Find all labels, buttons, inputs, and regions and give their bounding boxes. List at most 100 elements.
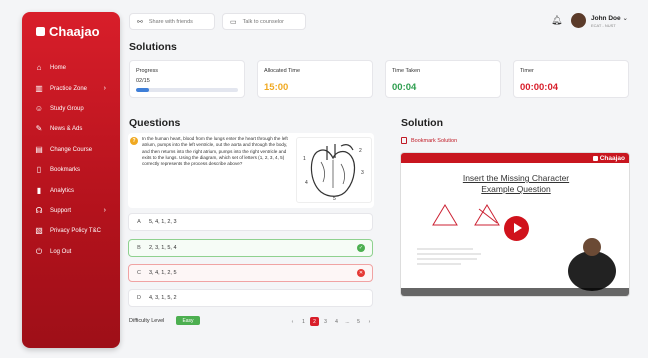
- brand-name: Chaajao: [49, 24, 100, 39]
- home-icon: ⌂: [36, 63, 42, 73]
- sidebar-item-label: Practice Zone: [50, 85, 88, 92]
- progress-value: 02/15: [136, 78, 150, 84]
- news-icon: ✎: [35, 124, 43, 134]
- brand-logo[interactable]: Chaajao: [36, 24, 100, 39]
- sidebar-item-analytics[interactable]: ▮ Analytics: [30, 180, 114, 200]
- user-name[interactable]: John Doe ⌄: [591, 14, 628, 22]
- group-icon: ☺: [34, 103, 44, 113]
- share-label: Share with friends: [148, 18, 193, 25]
- logout-icon: ⏻: [35, 246, 43, 256]
- question-text: In the human heart, blood from the lungs…: [142, 136, 288, 167]
- counselor-button[interactable]: ▭ Talk to counselor: [222, 13, 306, 30]
- heart-diagram: 1 2 3 4 5: [296, 137, 372, 203]
- progress-track: [136, 88, 238, 92]
- sidebar-item-study-group[interactable]: ☺ Study Group: [30, 99, 114, 119]
- sidebar-item-bookmarks[interactable]: ▯ Bookmarks: [30, 160, 114, 180]
- progress-fill: [136, 88, 150, 92]
- sidebar-item-label: Study Group: [50, 105, 84, 112]
- page-button[interactable]: ...: [343, 317, 352, 326]
- option-text: 4, 3, 1, 5, 2: [149, 295, 177, 301]
- sidebar-item-log-out[interactable]: ⏻ Log Out: [30, 242, 114, 262]
- answer-option-b[interactable]: B 2, 3, 1, 5, 4 ✓: [128, 239, 373, 257]
- bookmark-label: Bookmark Solution: [411, 137, 458, 144]
- page-button[interactable]: 4: [332, 317, 341, 326]
- sidebar: Chaajao ⌂ Home ▥ Practice Zone › ☺ Study Group…: [22, 12, 120, 348]
- solution-title: Solution: [401, 117, 443, 129]
- sidebar-item-label: Home: [50, 65, 67, 72]
- questions-title: Questions: [129, 117, 181, 129]
- allocated-value: 15:00: [264, 82, 289, 93]
- check-icon: ✓: [357, 244, 365, 252]
- timer-value: 00:00:04: [520, 82, 559, 93]
- svg-text:5: 5: [333, 196, 336, 202]
- chevron-down-icon: ⌄: [622, 15, 628, 22]
- answer-option-d[interactable]: D 4, 3, 1, 5, 2: [128, 289, 373, 307]
- solutions-title: Solutions: [129, 41, 177, 53]
- prev-page-icon[interactable]: ‹: [288, 317, 297, 326]
- sidebar-item-news-ads[interactable]: ✎ News & Ads: [30, 119, 114, 139]
- support-icon: ☊: [35, 205, 43, 215]
- timer-card: Timer 00:00:04: [513, 60, 629, 98]
- sidebar-nav: ⌂ Home ▥ Practice Zone › ☺ Study Group ✎ News & …: [30, 58, 114, 262]
- bell-icon[interactable]: 🔔︎: [551, 15, 562, 26]
- play-icon[interactable]: [504, 216, 529, 241]
- sidebar-item-label: Analytics: [50, 187, 75, 194]
- page-button[interactable]: 5: [354, 317, 363, 326]
- video-controls[interactable]: [401, 288, 629, 296]
- course-icon: ▤: [35, 144, 43, 154]
- chevron-right-icon: ›: [103, 85, 106, 93]
- question-badge: ?: [130, 137, 138, 145]
- progress-card: Progress 02/15: [129, 60, 245, 98]
- page-button[interactable]: 1: [299, 317, 308, 326]
- bookmark-solution-button[interactable]: Bookmark Solution: [401, 137, 457, 144]
- analytics-icon: ▮: [36, 185, 42, 195]
- sidebar-item-privacy-policy-t-c[interactable]: ▧ Privacy Policy T&C: [30, 221, 114, 241]
- sidebar-item-label: Change Course: [50, 146, 93, 153]
- next-page-icon[interactable]: ›: [365, 317, 374, 326]
- bookmark-icon: [401, 137, 407, 144]
- solution-video[interactable]: Chaajao Insert the Missing Character Exa…: [400, 152, 630, 297]
- share-icon: ⚯: [137, 18, 143, 26]
- sidebar-item-label: News & Ads: [50, 126, 83, 133]
- allocated-label: Allocated Time: [264, 68, 301, 74]
- option-key: A: [137, 219, 141, 225]
- timer-label: Timer: [520, 68, 534, 74]
- option-key: C: [137, 270, 141, 276]
- sidebar-item-label: Privacy Policy T&C: [50, 228, 101, 235]
- progress-label: Progress: [136, 68, 159, 74]
- sidebar-item-practice-zone[interactable]: ▥ Practice Zone ›: [30, 78, 114, 98]
- sidebar-item-change-course[interactable]: ▤ Change Course: [30, 140, 114, 160]
- difficulty-badge: Easy: [176, 316, 200, 325]
- chevron-right-icon: ›: [103, 207, 106, 215]
- cross-icon: ✕: [357, 269, 365, 277]
- page-button[interactable]: 3: [321, 317, 330, 326]
- sidebar-item-label: Bookmarks: [50, 167, 81, 174]
- sidebar-item-label: Log Out: [50, 248, 72, 255]
- time-taken-card: Time Taken 00:04: [385, 60, 501, 98]
- taken-label: Time Taken: [392, 68, 421, 74]
- option-text: 3, 4, 1, 2, 5: [149, 270, 177, 276]
- user-subtitle: ECAT - NUST: [591, 23, 616, 28]
- sidebar-item-label: Support: [50, 207, 72, 214]
- option-key: D: [137, 295, 141, 301]
- svg-text:3: 3: [361, 170, 364, 176]
- chat-icon: ▭: [230, 18, 237, 26]
- page-button[interactable]: 2: [310, 317, 319, 326]
- counselor-label: Talk to counselor: [242, 18, 284, 25]
- share-button[interactable]: ⚯ Share with friends: [129, 13, 215, 30]
- svg-text:1: 1: [303, 156, 306, 162]
- practice-icon: ▥: [35, 83, 43, 93]
- sidebar-item-support[interactable]: ☊ Support ›: [30, 201, 114, 221]
- allocated-time-card: Allocated Time 15:00: [257, 60, 373, 98]
- policy-icon: ▧: [35, 226, 43, 236]
- option-text: 2, 3, 1, 5, 4: [149, 245, 177, 251]
- option-text: 5, 4, 1, 2, 3: [149, 219, 177, 225]
- answer-option-c[interactable]: C 3, 4, 1, 2, 5 ✕: [128, 264, 373, 282]
- bookmark-icon: ▯: [36, 165, 42, 175]
- option-key: B: [137, 245, 141, 251]
- sidebar-item-home[interactable]: ⌂ Home: [30, 58, 114, 78]
- svg-text:2: 2: [359, 148, 362, 154]
- answer-option-a[interactable]: A 5, 4, 1, 2, 3: [128, 213, 373, 231]
- avatar[interactable]: [571, 13, 586, 28]
- logo-mark-icon: [36, 27, 45, 36]
